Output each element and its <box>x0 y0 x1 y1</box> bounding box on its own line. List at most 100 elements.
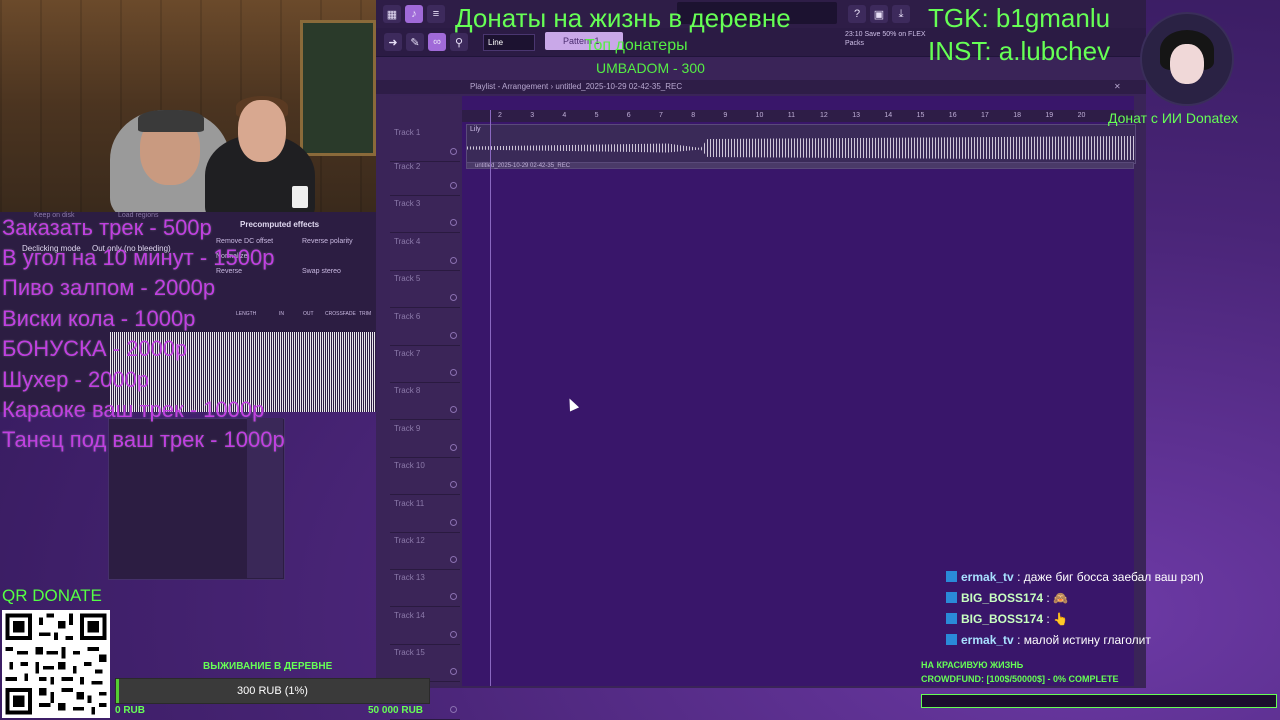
track-row[interactable]: Track 2 <box>390 158 460 196</box>
track-mute-icon[interactable] <box>450 148 457 155</box>
track-row[interactable]: Track 11 <box>390 495 460 533</box>
knob-crossfade-label[interactable]: CROSSFADE <box>325 311 356 317</box>
audio-clip-lily[interactable]: Lily <box>466 124 1136 164</box>
qr-donate-label: QR DONATE <box>2 586 102 605</box>
knob-length-label[interactable]: LENGTH <box>236 311 256 317</box>
track-mute-icon[interactable] <box>450 294 457 302</box>
track-mute-icon[interactable] <box>450 593 457 601</box>
track-row[interactable]: Track 10 <box>390 457 460 496</box>
track-row[interactable]: Track 1 <box>390 124 460 162</box>
track-mute-icon[interactable] <box>450 518 457 526</box>
piano-roll-icon[interactable]: ♪ <box>405 5 423 23</box>
goal-status: 300 RUB (1%) <box>237 685 308 697</box>
ruler-tick-label: 6 <box>626 112 631 119</box>
chat-text: : 🙈 <box>1046 591 1068 605</box>
track-mute-icon[interactable] <box>450 369 457 376</box>
mixer-icon[interactable]: ≡ <box>427 5 445 23</box>
timeline-ruler[interactable]: 2 3 4 5 6 7 8 9 10 11 12 13 14 15 16 17 18 19 20 <box>462 110 1134 122</box>
ai-avatar <box>1140 12 1234 106</box>
ruler-tick-label: 12 <box>820 112 828 119</box>
track-name: Track 9 <box>394 423 421 433</box>
goal-min-label: 0 RUB <box>115 705 146 716</box>
option-reverse-polarity[interactable]: Reverse polarity <box>302 238 353 245</box>
knob-out-label[interactable]: OUT <box>303 311 314 317</box>
webcam-feed <box>0 0 376 212</box>
track-mute-icon[interactable] <box>450 556 457 563</box>
ruler-tick-label: 13 <box>852 112 860 119</box>
help-icon[interactable]: ? <box>848 5 866 23</box>
track-row[interactable]: Track 12 <box>390 532 460 570</box>
snap-select[interactable]: Line <box>483 34 535 51</box>
track-row[interactable]: Track 5 <box>390 270 460 309</box>
track-mute-icon[interactable] <box>450 219 457 227</box>
knob-trim-label[interactable]: TRIM <box>359 311 371 317</box>
track-name: Track 1 <box>394 128 421 137</box>
knob-in-label[interactable]: IN <box>279 311 284 317</box>
playhead-line[interactable] <box>490 110 491 686</box>
crowdfund-title: НА КРАСИВУЮ ЖИЗНЬ <box>921 660 1024 670</box>
chat-message: ermak_tv : малой истину глаголит <box>946 633 1151 651</box>
track-mute-icon[interactable] <box>450 630 457 638</box>
chat-user: ermak_tv <box>961 570 1014 584</box>
track-mute-icon[interactable] <box>450 481 457 489</box>
track-name: Track 5 <box>394 274 421 284</box>
ruler-tick-label: 18 <box>1013 112 1021 119</box>
crowdfund-progress-bar <box>921 694 1277 708</box>
ruler-tick-label: 20 <box>1077 112 1086 119</box>
ruler-tick-label: 15 <box>916 112 925 119</box>
link-icon[interactable]: ∞ <box>428 33 446 51</box>
track-row[interactable]: Track 7 <box>390 345 460 383</box>
track-row[interactable]: Track 14 <box>390 607 460 645</box>
track-name: Track 3 <box>394 199 421 209</box>
playlist-header[interactable]: Playlist - Arrangement › untitled_2025-1… <box>376 80 1146 94</box>
track-name: Track 12 <box>394 536 425 545</box>
render-icon[interactable]: ⤓ <box>892 5 910 23</box>
audio-clip-rec[interactable]: untitled_2025-10-29 02-42-35_REC <box>466 162 1134 169</box>
stream-title: Донаты на жизнь в деревне <box>455 3 791 33</box>
track-row[interactable]: Track 4 <box>390 233 460 271</box>
clip-waveform <box>467 136 1135 160</box>
option-swap-stereo[interactable]: Swap stereo <box>302 268 341 275</box>
track-row[interactable]: Track 3 <box>390 195 460 234</box>
close-icon[interactable]: ✕ <box>1114 80 1121 94</box>
track-row[interactable]: Track 13 <box>390 569 460 608</box>
track-mute-icon[interactable] <box>450 668 457 676</box>
playlist-icon[interactable]: ▦ <box>383 5 401 23</box>
ruler-tick-label: 17 <box>981 112 989 119</box>
price-item: Караоке ваш трек - 1000р <box>2 397 265 422</box>
track-mute-icon[interactable] <box>450 443 457 451</box>
track-mute-icon[interactable] <box>450 705 457 713</box>
arrow-icon[interactable]: ➜ <box>384 33 402 51</box>
track-mute-icon[interactable] <box>450 256 457 264</box>
track-name: Track 7 <box>394 349 421 358</box>
track-mute-icon[interactable] <box>450 182 457 189</box>
track-list: Track 1 Track 2 Track 3 Track 4 Track 5 Track… <box>390 96 460 720</box>
goal-title: ВЫЖИВАНИЕ В ДЕРЕВНЕ <box>203 661 333 672</box>
promo-news[interactable]: 23:10 Save 50% on FLEX Packs <box>845 30 926 48</box>
track-row[interactable]: Track 9 <box>390 420 460 458</box>
track-mute-icon[interactable] <box>450 331 457 339</box>
chat-user: BIG_BOSS174 <box>961 612 1044 626</box>
chat-text: : малой истину глаголит <box>1017 633 1151 647</box>
save-icon[interactable]: ▣ <box>870 5 888 23</box>
crowdfund-status: CROWDFUND: [100$/50000$] - 0% COMPLETE <box>921 674 1119 684</box>
draw-icon[interactable]: ✎ <box>406 33 424 51</box>
track-row[interactable]: Track 8 <box>390 382 460 421</box>
track-row[interactable]: Track 6 <box>390 308 460 346</box>
stamp-icon[interactable]: ⚲ <box>450 33 468 51</box>
track-mute-icon[interactable] <box>450 406 457 414</box>
promo-line-2: Packs <box>845 40 865 47</box>
chat-text: : 👆 <box>1046 612 1068 626</box>
promo-line-1: 23:10 Save 50% on FLEX <box>845 31 926 38</box>
ruler-tick-label: 3 <box>530 112 535 119</box>
track-row[interactable]: Track 15 <box>390 644 460 683</box>
track-name: Track 8 <box>394 386 421 396</box>
ai-donate-label: Донат с ИИ Donatex <box>1108 110 1238 126</box>
user-badge-icon <box>946 592 957 603</box>
user-badge-icon <box>946 634 957 645</box>
track-name: Track 6 <box>394 311 421 321</box>
track-name: Track 13 <box>394 573 425 583</box>
option-remove-dc[interactable]: Remove DC offset <box>216 238 273 245</box>
qr-code[interactable] <box>2 610 110 718</box>
price-item: Танец под ваш трек - 1000р <box>2 427 285 452</box>
